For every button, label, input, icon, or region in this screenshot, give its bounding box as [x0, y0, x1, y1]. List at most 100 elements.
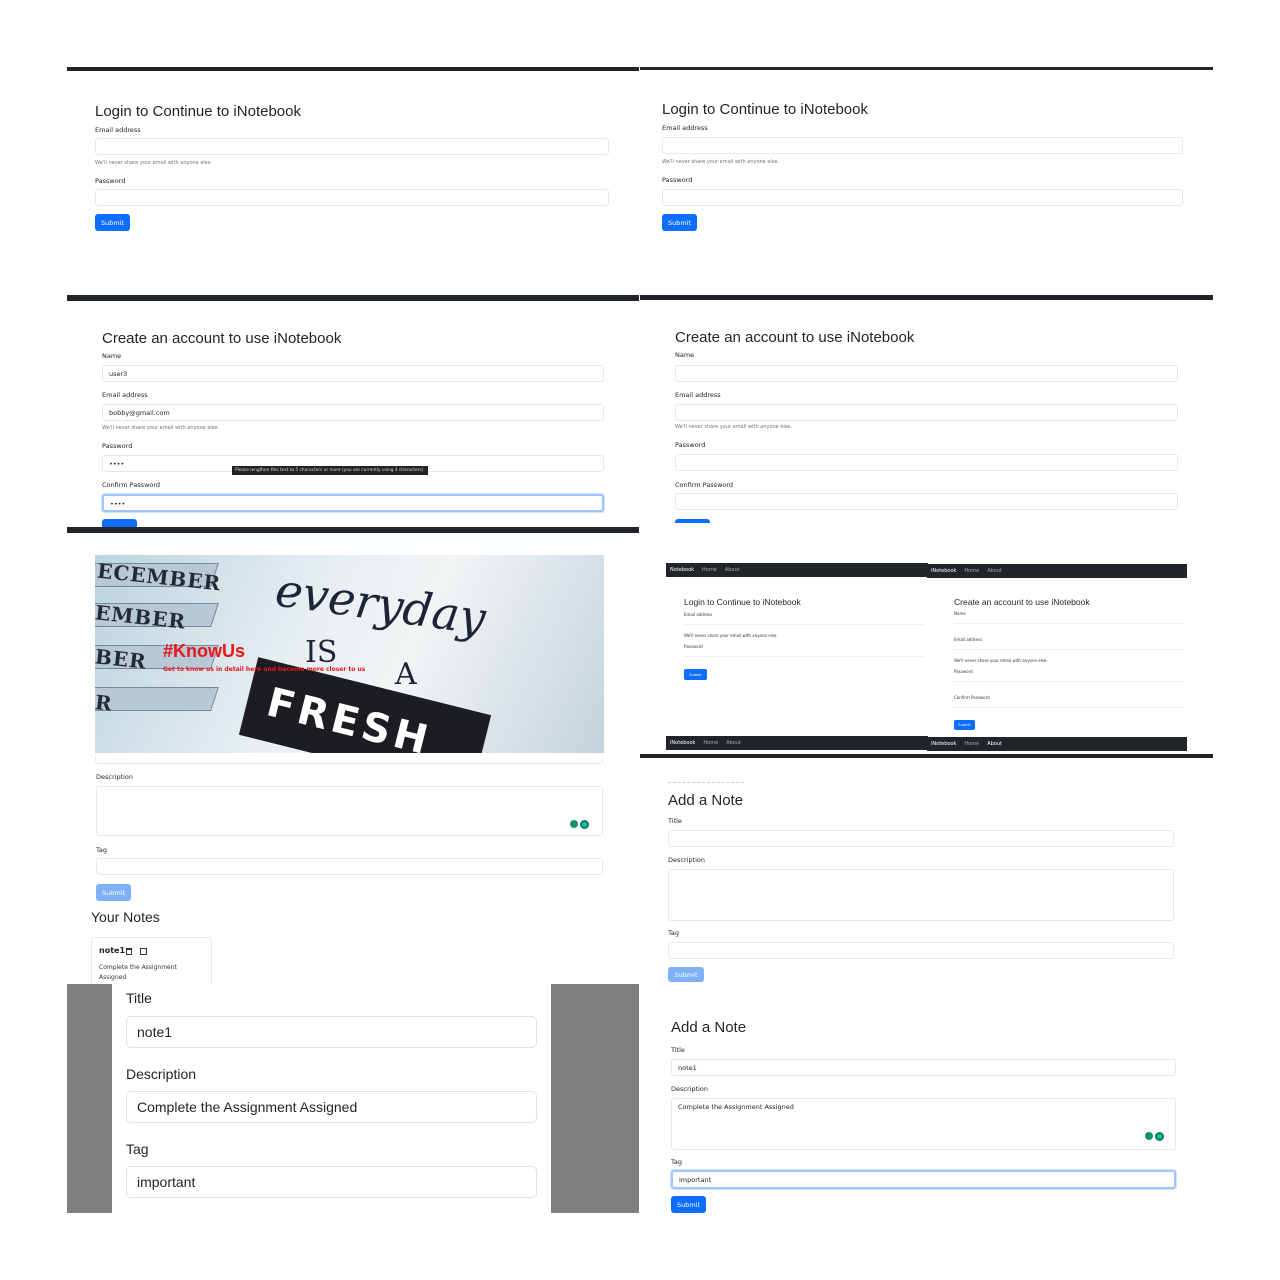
- email-input[interactable]: bobby@gmail.com: [102, 404, 604, 421]
- confirm-password-label: Confirm Password: [102, 481, 161, 489]
- confirm-password-label: Confirm Password: [675, 481, 734, 489]
- grammarly-widget[interactable]: [1145, 1132, 1164, 1141]
- mini-confirm-input[interactable]: [954, 701, 1184, 708]
- description-textarea[interactable]: Complete the Assignment Assigned: [671, 1098, 1176, 1150]
- mini-name-label: Name: [954, 611, 966, 616]
- modal-description-input[interactable]: Complete the Assignment Assigned: [126, 1091, 537, 1123]
- brand-link[interactable]: iNotebook: [931, 568, 956, 574]
- mini-name-input[interactable]: [954, 617, 1184, 624]
- mini-submit-button[interactable]: Submit: [684, 669, 707, 680]
- title-input[interactable]: [668, 830, 1174, 847]
- submit-button-disabled[interactable]: Submit: [96, 884, 131, 901]
- nav-about-link[interactable]: About: [987, 741, 1002, 747]
- title-label: Title: [668, 817, 682, 825]
- trash-icon[interactable]: [126, 948, 132, 955]
- tag-label: Tag: [668, 929, 680, 937]
- tag-input[interactable]: important: [671, 1170, 1176, 1189]
- grammarly-widget[interactable]: [570, 820, 589, 829]
- note-title: note1: [99, 946, 126, 955]
- knowus-tagline: Get to know us in detail here and become…: [163, 666, 366, 673]
- hero-script-everyday: everyday: [272, 562, 490, 646]
- email-label: Email address: [662, 124, 708, 132]
- mini-password-input[interactable]: [684, 650, 924, 657]
- mini-password-label: Password: [684, 644, 703, 649]
- name-input[interactable]: [675, 365, 1178, 382]
- mini-password-input[interactable]: [954, 675, 1184, 682]
- mini-navbar: iNotebook Home About: [927, 564, 1187, 578]
- navbar-strip: [640, 67, 1213, 70]
- tag-input[interactable]: [96, 858, 603, 875]
- tag-input[interactable]: [668, 942, 1174, 959]
- title-input[interactable]: note1: [671, 1059, 1176, 1076]
- submit-button-partial[interactable]: [675, 519, 710, 523]
- mini-email-input[interactable]: [684, 618, 924, 625]
- scroll-artifact: [668, 782, 744, 784]
- email-label: Email address: [675, 391, 721, 399]
- modal-tag-label: Tag: [126, 1141, 149, 1157]
- modal-description-label: Description: [126, 1066, 197, 1082]
- nav-about-link[interactable]: About: [726, 740, 741, 746]
- brand-link[interactable]: iNotebook: [670, 740, 695, 746]
- nav-home-link[interactable]: Home: [964, 741, 979, 747]
- nav-about-link[interactable]: About: [987, 568, 1002, 574]
- signup-panel-empty: Create an account to use iNotebook Name …: [640, 295, 1213, 523]
- note-description: Complete the Assignment Assigned: [99, 964, 177, 981]
- password-input[interactable]: [675, 454, 1178, 471]
- navbar-strip: [640, 295, 1213, 300]
- add-note-panel-filled: Add a Note Title note1 Description Compl…: [640, 997, 1213, 1217]
- submit-button[interactable]: Submit: [662, 214, 697, 231]
- submit-button[interactable]: Submit: [671, 1196, 706, 1213]
- add-note-heading: Add a Note: [671, 1019, 747, 1036]
- navbar-strip: [67, 527, 639, 533]
- modal-title-label: Title: [126, 990, 152, 1006]
- login-panel-left: Login to Continue to iNotebook Email add…: [67, 67, 639, 295]
- brand-link[interactable]: iNotebook: [931, 741, 956, 747]
- page-title: Create an account to use iNotebook: [675, 329, 915, 346]
- title-input-partial[interactable]: [95, 755, 603, 764]
- tag-label: Tag: [671, 1158, 683, 1166]
- mini-confirm-label: Confirm Password: [954, 695, 990, 700]
- nav-about-link[interactable]: About: [725, 567, 740, 573]
- modal-title-input[interactable]: note1: [126, 1016, 537, 1048]
- title-label: Title: [671, 1046, 685, 1054]
- submit-button[interactable]: Submit: [95, 214, 130, 231]
- password-input[interactable]: [662, 189, 1183, 206]
- grammarly-icon[interactable]: [1155, 1132, 1164, 1141]
- password-label: Password: [102, 442, 133, 450]
- submit-button[interactable]: Submit: [668, 967, 704, 982]
- brand-link[interactable]: Notebook: [670, 567, 694, 573]
- add-note-panel-empty: Add a Note Title Description Tag Submit: [640, 760, 1213, 995]
- description-textarea[interactable]: [96, 786, 603, 836]
- password-label: Password: [95, 177, 126, 185]
- email-input[interactable]: [95, 138, 609, 155]
- password-input[interactable]: [95, 189, 609, 206]
- edit-icon[interactable]: [140, 948, 147, 955]
- grammarly-icon[interactable]: [580, 820, 589, 829]
- mini-submit-button[interactable]: Submit: [954, 720, 975, 730]
- password-label: Password: [662, 176, 693, 184]
- hero-script-is: IS: [305, 635, 338, 670]
- name-label: Name: [102, 352, 122, 360]
- mini-signup-title: Create an account to use iNotebook: [954, 597, 1090, 607]
- email-input[interactable]: [675, 404, 1178, 421]
- mini-email-input[interactable]: [954, 643, 1184, 650]
- hero-script-a: A: [395, 657, 417, 692]
- nav-home-link[interactable]: Home: [702, 567, 717, 573]
- pin-icon: [570, 820, 578, 828]
- password-label: Password: [675, 441, 706, 449]
- confirm-password-input[interactable]: [675, 493, 1178, 510]
- email-input[interactable]: [662, 137, 1183, 154]
- submit-button-partial[interactable]: [102, 519, 137, 527]
- modal-tag-input[interactable]: important: [126, 1166, 537, 1198]
- nav-home-link[interactable]: Home: [703, 740, 718, 746]
- tag-label: Tag: [96, 846, 108, 854]
- name-input[interactable]: user3: [102, 365, 604, 382]
- edit-note-modal: Title note1 Description Complete the Ass…: [112, 984, 551, 1213]
- about-hero-image: ECEMBER EMBER BER R everyday IS A FRESH …: [95, 555, 604, 753]
- nav-home-link[interactable]: Home: [964, 568, 979, 574]
- confirm-password-input[interactable]: ••••: [102, 494, 604, 512]
- validation-tooltip: Please lengthen this text to 5 character…: [232, 466, 428, 475]
- mini-navbar-bottom: iNotebook Home About: [927, 737, 1187, 751]
- navbar-strip: [67, 67, 639, 71]
- description-textarea[interactable]: [668, 869, 1174, 921]
